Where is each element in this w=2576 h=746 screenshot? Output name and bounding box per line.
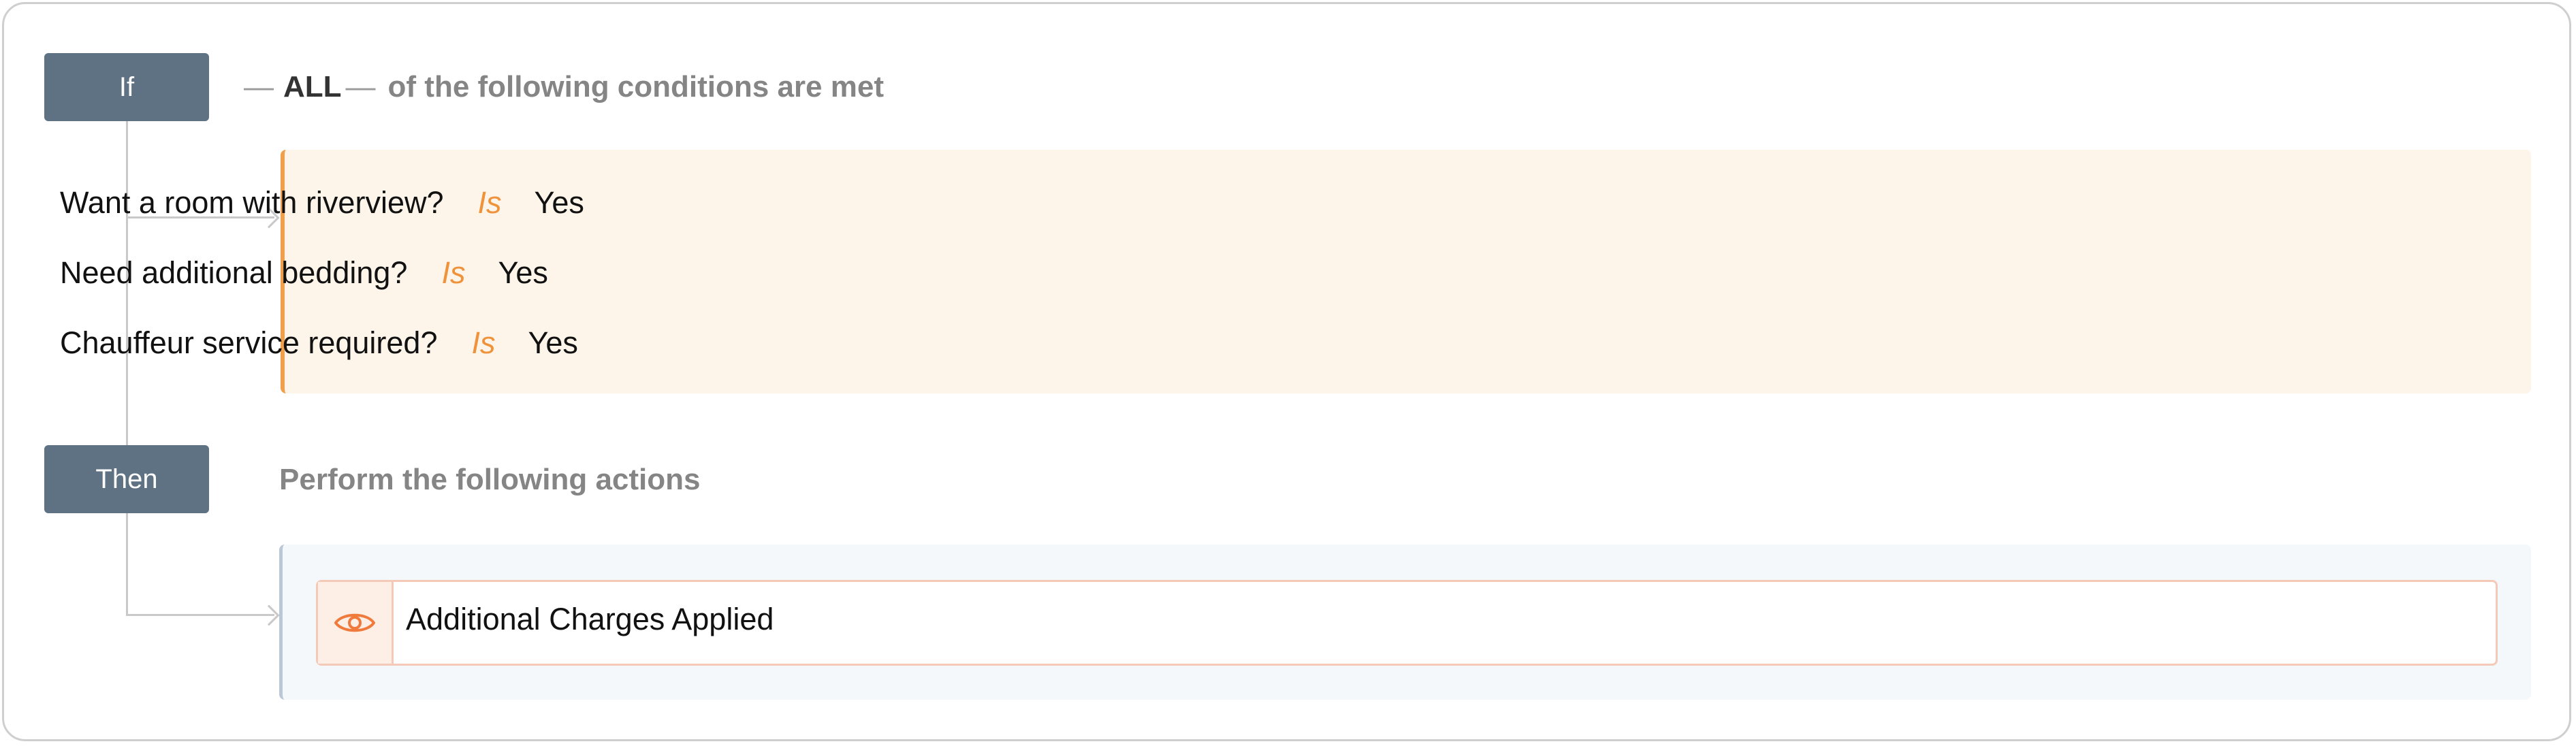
if-header: — ALL — of the following conditions are …: [244, 67, 884, 108]
then-caption: Perform the following actions: [279, 463, 701, 496]
dash-divider: —: [345, 70, 376, 103]
condition-value: Yes: [498, 255, 548, 290]
if-tag: If: [44, 53, 209, 121]
actions-connector: [126, 614, 274, 616]
eye-icon: [334, 613, 375, 632]
if-tag-label: If: [118, 71, 135, 102]
condition-value: Yes: [534, 185, 584, 220]
condition-operator: Is: [441, 255, 466, 290]
condition-value: Yes: [528, 325, 578, 360]
match-operator-selector[interactable]: ALL: [283, 70, 342, 104]
condition-operator: Is: [477, 185, 502, 220]
condition-row[interactable]: Need additional bedding? Is Yes: [60, 253, 548, 293]
then-tag-label: Then: [95, 464, 158, 494]
condition-field: Want a room with riverview?: [60, 185, 444, 220]
condition-row[interactable]: Want a room with riverview? Is Yes: [60, 182, 584, 223]
condition-operator: Is: [471, 325, 496, 360]
action-icon-cell: [318, 582, 394, 664]
condition-row[interactable]: Chauffeur service required? Is Yes: [60, 323, 578, 363]
then-tag: Then: [44, 445, 209, 513]
conditions-panel: [281, 150, 2531, 393]
condition-field: Chauffeur service required?: [60, 325, 438, 360]
dash-divider: —: [244, 70, 274, 103]
condition-field: Need additional bedding?: [60, 255, 408, 290]
action-label: Additional Charges Applied: [406, 602, 774, 636]
if-caption: of the following conditions are met: [387, 70, 884, 103]
